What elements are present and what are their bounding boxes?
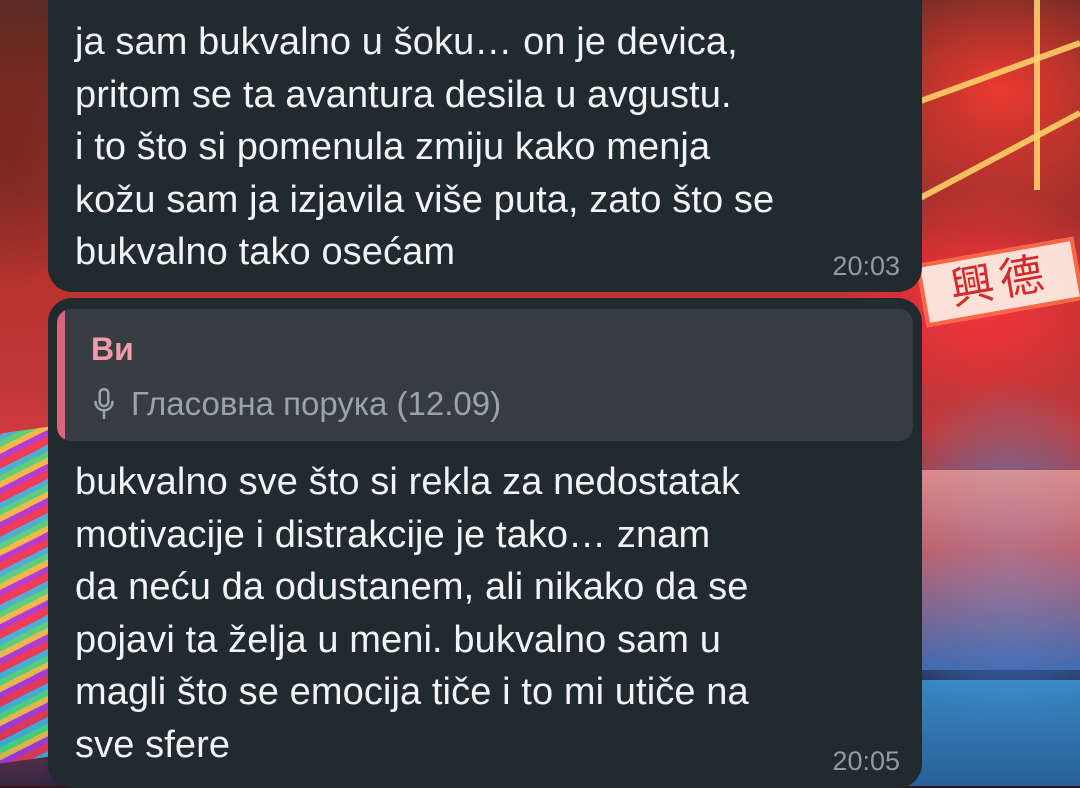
wallpaper-floor [900, 680, 1080, 786]
reply-accent-bar [57, 309, 65, 441]
reply-voice-message: Гласовна порука (12.09) [91, 385, 501, 423]
message-bubble[interactable]: ja sam bukvalno u šoku… on je devica, pr… [48, 0, 922, 292]
wallpaper-beam [1034, 0, 1040, 190]
reply-author: Ви [91, 331, 134, 367]
wallpaper-shopfront [920, 470, 1080, 670]
message-text: ja sam bukvalno u šoku… on je devica, pr… [75, 21, 775, 273]
message-timestamp: 20:05 [832, 746, 900, 776]
reply-voice-label: Гласовна порука (12.09) [131, 385, 502, 422]
reply-quote[interactable]: Ви Гласовна порука (12.09) [57, 309, 913, 441]
wallpaper-neon-sign: 興德 [915, 236, 1080, 328]
message-text: bukvalno sve što si rekla za nedostatak … [75, 461, 749, 766]
microphone-icon [94, 387, 114, 420]
message-bubble[interactable]: Ви Гласовна порука (12.09) bukvalno sve … [48, 298, 922, 788]
message-timestamp: 20:03 [832, 251, 900, 281]
